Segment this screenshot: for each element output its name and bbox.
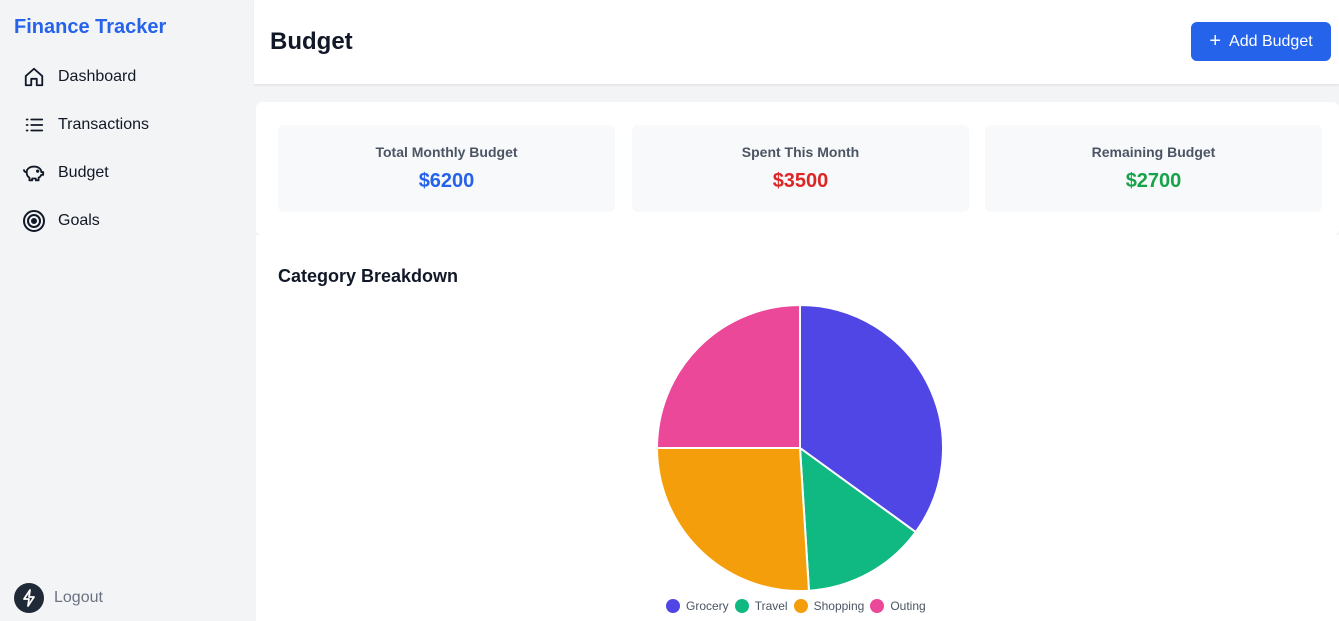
card-value: $2700	[1125, 170, 1182, 192]
list-icon	[22, 113, 46, 137]
page-header: Budget + Add Budget	[254, 0, 1339, 85]
legend-swatch	[870, 599, 885, 613]
budget-summary: Total Monthly Budget $6200 Spent This Mo…	[256, 102, 1339, 235]
remaining-card: Remaining Budget $2700	[985, 125, 1322, 212]
sidebar-item-label: Transactions	[58, 116, 149, 133]
target-icon	[22, 209, 46, 233]
logout-button[interactable]: Logout	[14, 583, 103, 613]
total-budget-card: Total Monthly Budget $6200	[278, 125, 615, 212]
category-pie-chart	[655, 303, 944, 592]
legend-item-grocery[interactable]: Grocery	[666, 599, 729, 613]
sidebar-item-label: Goals	[58, 212, 100, 229]
piggy-bank-icon	[22, 161, 46, 185]
legend-label: Travel	[754, 599, 788, 613]
plus-icon: +	[1209, 29, 1222, 52]
card-label: Spent This Month	[741, 144, 860, 160]
logout-label: Logout	[54, 589, 103, 606]
page-title: Budget	[270, 28, 353, 55]
legend-item-outing[interactable]: Outing	[870, 599, 926, 613]
bolt-icon	[14, 583, 44, 613]
card-value: $3500	[772, 170, 829, 192]
sidebar: Finance Tracker Dashboard Transactions B…	[0, 0, 254, 621]
pie-slice-shopping[interactable]	[655, 447, 811, 592]
card-label: Total Monthly Budget	[375, 144, 518, 160]
legend-swatch	[666, 599, 680, 613]
legend-label: Grocery	[686, 599, 729, 613]
legend-label: Shopping	[813, 599, 865, 613]
pie-slice-outing[interactable]	[655, 303, 801, 449]
legend-label: Outing	[890, 599, 926, 613]
spent-card: Spent This Month $3500	[632, 125, 969, 212]
home-icon	[22, 65, 46, 89]
legend-swatch	[793, 599, 808, 613]
sidebar-item-label: Budget	[58, 164, 109, 181]
add-budget-button[interactable]: + Add Budget	[1191, 22, 1331, 61]
sidebar-item-dashboard[interactable]: Dashboard	[0, 53, 254, 101]
sidebar-item-transactions[interactable]: Transactions	[0, 101, 254, 149]
card-label: Remaining Budget	[1091, 144, 1216, 160]
category-breakdown-section: Category Breakdown Grocery Travel Shoppi…	[256, 235, 1339, 621]
sidebar-nav: Dashboard Transactions Budget Goals	[0, 53, 254, 245]
legend-swatch	[734, 599, 749, 613]
sidebar-item-budget[interactable]: Budget	[0, 149, 254, 197]
card-value: $6200	[418, 170, 475, 192]
legend-item-shopping[interactable]: Shopping	[793, 599, 865, 613]
add-budget-label: Add Budget	[1229, 32, 1313, 50]
sidebar-item-label: Dashboard	[58, 68, 137, 85]
legend-item-travel[interactable]: Travel	[734, 599, 788, 613]
brand-title: Finance Tracker	[14, 16, 167, 38]
chart-legend: Grocery Travel Shopping Outing	[666, 599, 932, 613]
sidebar-item-goals[interactable]: Goals	[0, 197, 254, 245]
